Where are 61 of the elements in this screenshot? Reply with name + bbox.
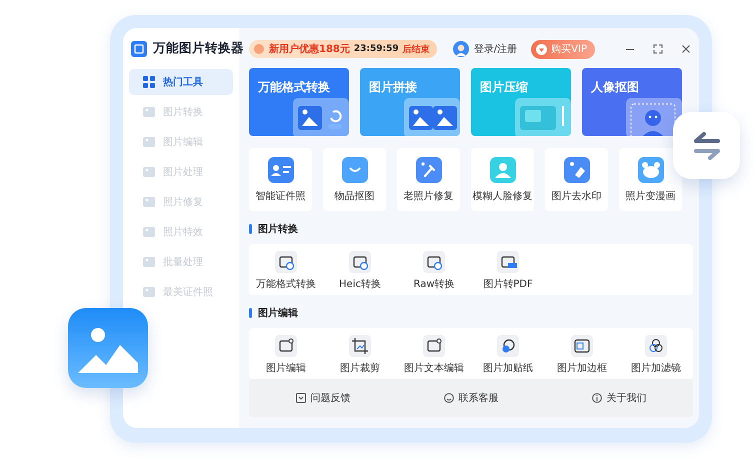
sticker-icon	[497, 335, 519, 357]
feature-card[interactable]: 万能格式转换	[249, 68, 349, 136]
grid-icon	[143, 76, 155, 88]
tool-item[interactable]: 图片裁剪	[323, 335, 397, 375]
image-convert-icon	[275, 251, 297, 273]
image-convert-icon	[423, 251, 445, 273]
chat-icon	[444, 393, 454, 403]
image-icon	[143, 136, 155, 148]
image-edit-icon	[423, 335, 445, 357]
bear-face-icon	[638, 156, 664, 182]
tool-item[interactable]: 图片编辑	[249, 335, 323, 375]
image-pdf-icon	[497, 251, 519, 273]
image-edit-icon	[275, 335, 297, 357]
image-icon	[143, 226, 155, 238]
image-icon	[143, 106, 155, 118]
tool-card[interactable]: 模糊人脸修复	[471, 148, 534, 211]
tool-item[interactable]: 图片文本编辑	[397, 335, 471, 375]
tool-item[interactable]: 万能格式转换	[249, 251, 323, 291]
tool-item[interactable]: Heic转换	[323, 251, 397, 291]
promo-banner[interactable]: 新用户优惠188元 23:59:59 后结束	[249, 40, 437, 58]
tool-item[interactable]: 图片加滤镜	[619, 335, 693, 375]
person-icon	[490, 156, 516, 182]
image-icon	[143, 166, 155, 178]
close-icon	[681, 44, 691, 54]
tool-item[interactable]: 图片转PDF	[471, 251, 545, 291]
app-logo-icon	[131, 40, 147, 56]
tool-card[interactable]: 物品抠图	[323, 148, 386, 211]
tool-item[interactable]: Raw转换	[397, 251, 471, 291]
id-card-icon	[268, 156, 294, 182]
tool-card[interactable]: 智能证件照	[249, 148, 312, 211]
crop-icon	[349, 335, 371, 357]
feedback-icon	[296, 393, 306, 403]
frame-icon	[571, 335, 593, 357]
footer-link[interactable]: 联系客服	[438, 390, 504, 406]
image-icon	[143, 256, 155, 268]
promo-text: 新用户优惠188元	[269, 42, 350, 56]
tool-item[interactable]: 图片加贴纸	[471, 335, 545, 375]
footer-link[interactable]: 问题反馈	[290, 390, 356, 406]
tool-card[interactable]: 照片变漫画	[619, 148, 682, 211]
filter-icon	[645, 335, 667, 357]
tool-card[interactable]: 老照片修复	[397, 148, 460, 211]
image-icon	[143, 196, 155, 208]
section-title: 图片转换	[258, 222, 298, 236]
tool-card[interactable]: 图片去水印	[545, 148, 608, 211]
login-link[interactable]: 登录/注册	[452, 41, 518, 57]
info-icon	[592, 393, 602, 403]
swap-button[interactable]	[673, 112, 740, 179]
footer-link[interactable]: 关于我们	[586, 390, 652, 406]
avatar-icon	[452, 41, 469, 57]
section-title: 图片编辑	[258, 306, 298, 320]
wrench-icon	[416, 156, 442, 182]
image-icon	[143, 286, 155, 298]
countdown: 23:59:59	[354, 44, 399, 54]
feature-card[interactable]: 人像抠图	[582, 68, 682, 136]
sidebar-item[interactable]: 热门工具	[129, 69, 233, 95]
maximize-icon	[653, 44, 663, 54]
image-convert-icon	[349, 251, 371, 273]
promo-suffix: 后结束	[402, 43, 430, 56]
maximize-button[interactable]	[651, 42, 665, 56]
app-title: 万能图片转换器	[153, 40, 244, 57]
tool-item[interactable]: 图片加边框	[545, 335, 619, 375]
